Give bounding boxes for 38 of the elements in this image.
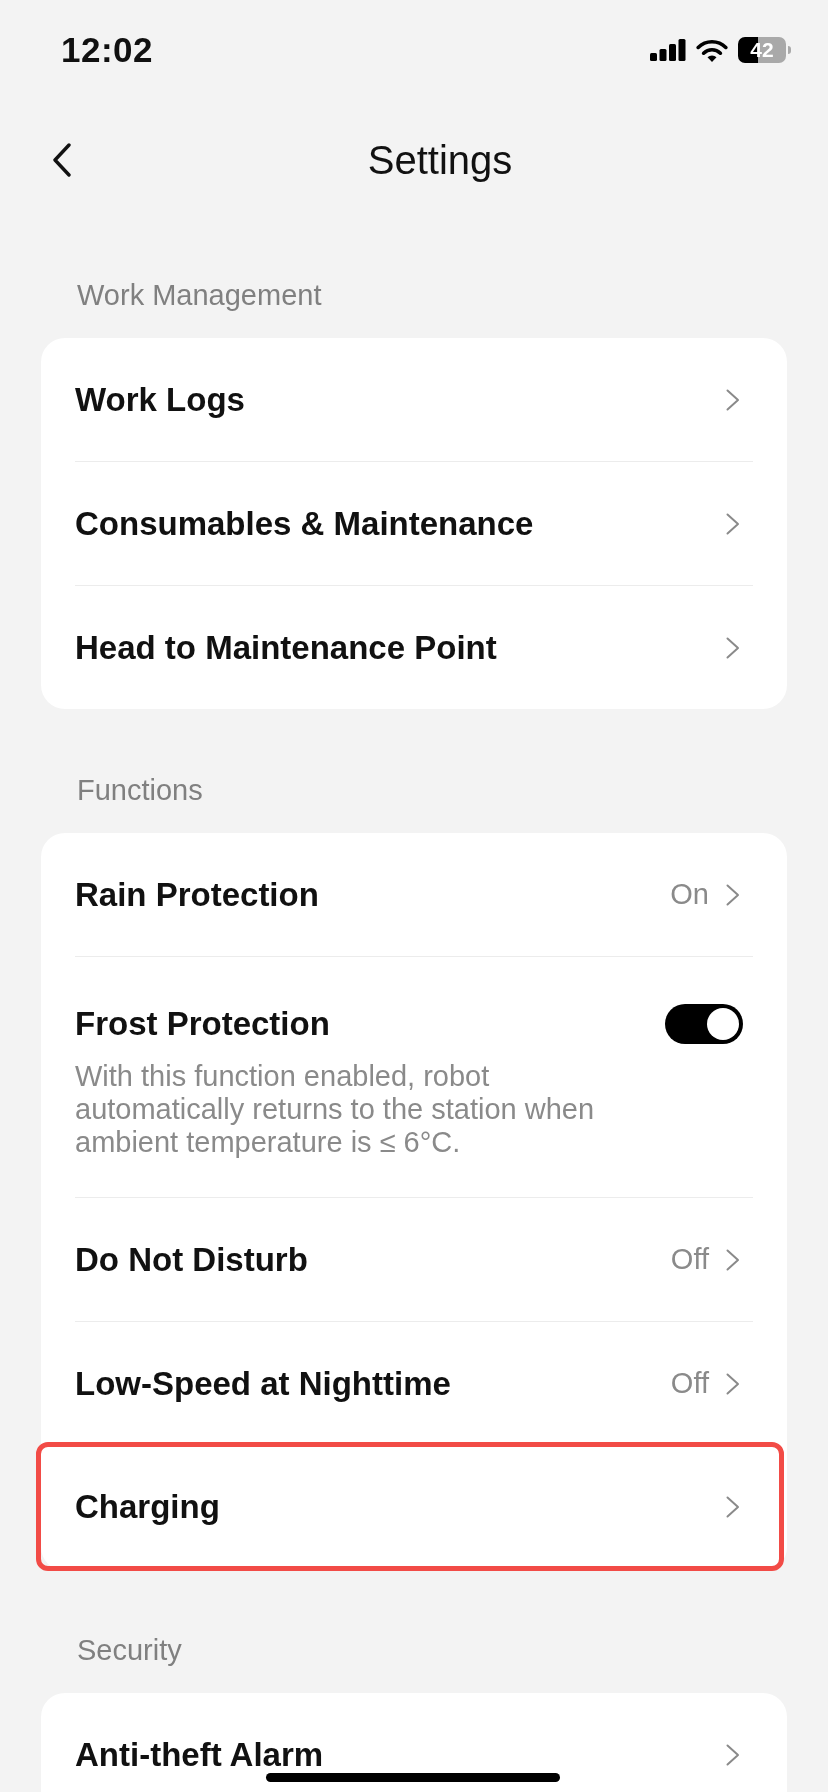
chevron-right-icon xyxy=(726,512,740,535)
row-label: Work Logs xyxy=(75,382,245,417)
row-value: Off xyxy=(670,1243,709,1276)
section-header: Functions xyxy=(76,773,204,808)
settings-row[interactable]: Charging xyxy=(36,1442,784,1571)
row-value: On xyxy=(670,878,709,911)
row-label: Rain Protection xyxy=(75,877,319,912)
chevron-right-icon xyxy=(726,883,740,906)
settings-row[interactable]: Rain Protection On xyxy=(41,833,787,956)
chevron-right-icon xyxy=(726,1743,740,1766)
back-icon[interactable] xyxy=(52,143,72,177)
row-label: Do Not Disturb xyxy=(75,1242,308,1277)
settings-row[interactable]: Anti-theft Alarm xyxy=(41,1693,787,1792)
status-time: 12:02 xyxy=(61,30,154,70)
settings-row[interactable]: Low-Speed at Nighttime Off xyxy=(41,1322,787,1445)
chevron-right-icon xyxy=(726,388,740,411)
row-label: Anti-theft Alarm xyxy=(75,1737,324,1772)
section-header: Security xyxy=(76,1633,183,1668)
row-description: With this function enabled, robot automatically returns to the station when ambient temperature is ≤ 6°C. xyxy=(75,1060,596,1159)
row-label: Low-Speed at Nighttime xyxy=(75,1366,451,1401)
row-value: Off xyxy=(670,1367,709,1400)
chevron-right-icon xyxy=(726,1248,740,1271)
toggle-switch[interactable] xyxy=(665,1004,743,1044)
wifi-icon xyxy=(696,38,728,62)
section-header: Work Management xyxy=(76,278,323,313)
chevron-right-icon xyxy=(726,636,740,659)
row-label: Frost Protection xyxy=(75,1007,330,1041)
settings-row[interactable]: Consumables & Maintenance xyxy=(41,462,787,585)
page-title: Settings xyxy=(367,137,513,183)
settings-row[interactable]: Do Not Disturb Off xyxy=(41,1198,787,1321)
settings-row[interactable]: Work Logs xyxy=(41,338,787,461)
row-label: Charging xyxy=(75,1489,220,1524)
signal-icon xyxy=(650,39,686,61)
chevron-right-icon xyxy=(726,1372,740,1395)
settings-row[interactable]: Head to Maintenance Point xyxy=(41,586,787,709)
chevron-right-icon xyxy=(726,1495,740,1518)
row-label: Consumables & Maintenance xyxy=(75,506,534,541)
row-label: Head to Maintenance Point xyxy=(75,630,497,665)
